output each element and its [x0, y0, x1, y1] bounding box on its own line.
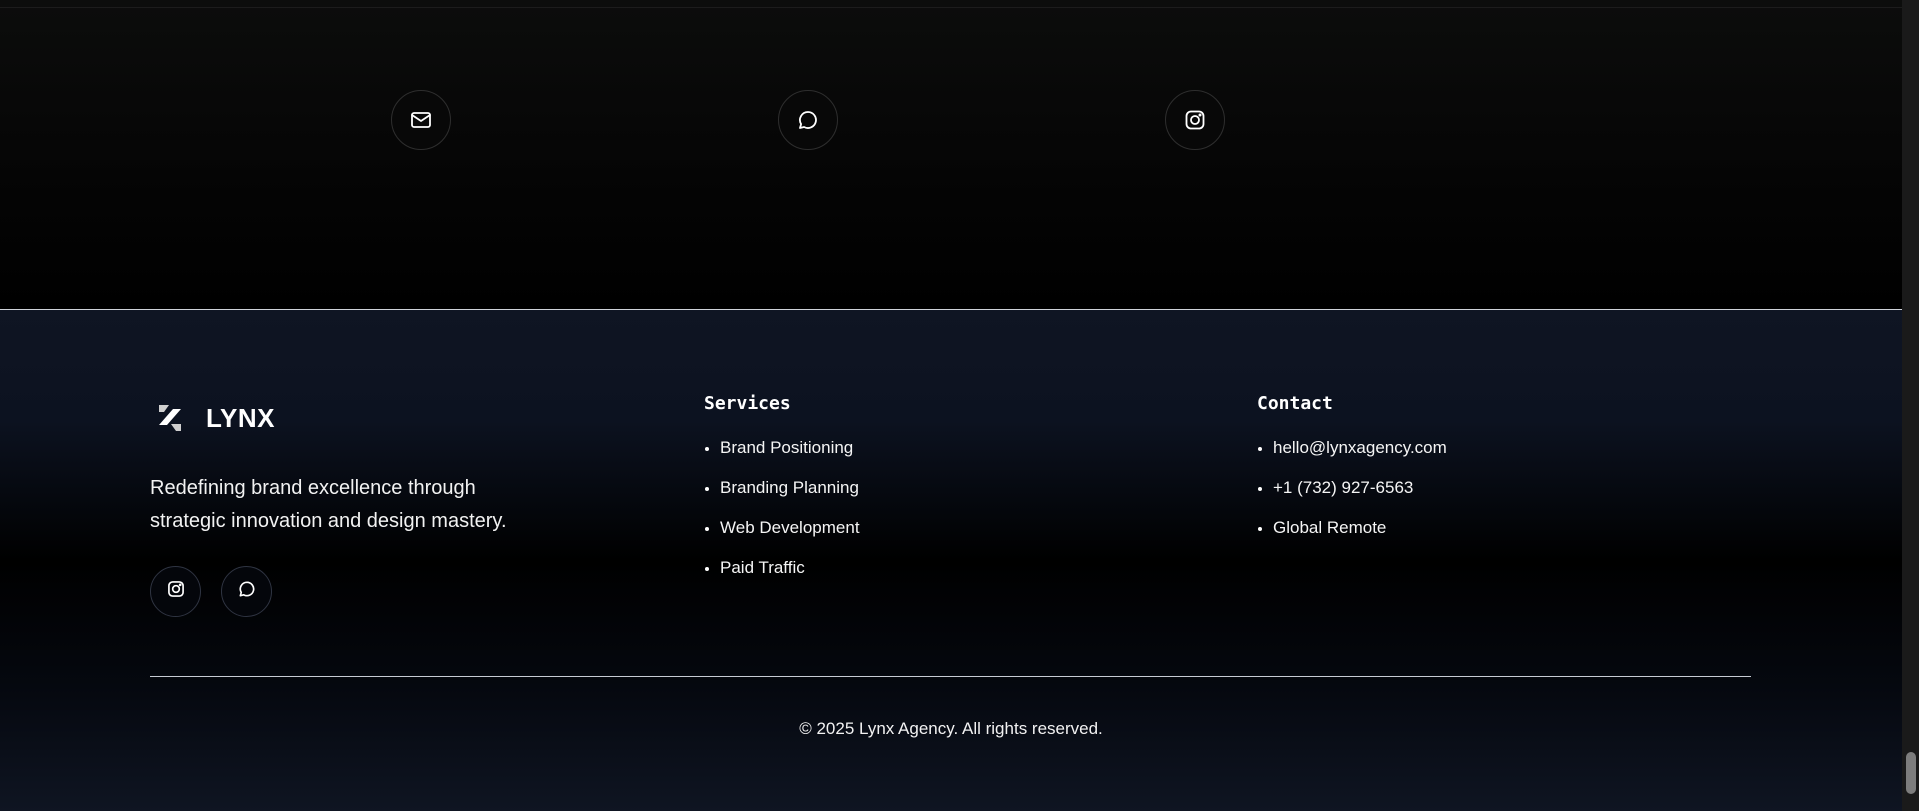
footer-social-links	[150, 566, 272, 617]
service-link-branding-planning[interactable]: Branding Planning	[720, 478, 859, 497]
services-column: Services Brand Positioning Branding Plan…	[704, 393, 860, 598]
service-link-web-development[interactable]: Web Development	[720, 518, 860, 537]
scrollbar-thumb[interactable]	[1906, 752, 1916, 794]
section-divider	[0, 7, 1902, 8]
mail-icon	[409, 108, 433, 132]
email-icon-button[interactable]	[391, 90, 451, 150]
footer-divider	[150, 676, 1751, 677]
list-item: +1 (732) 927-6563	[1257, 478, 1447, 498]
site-footer: LYNX Redefining brand excellence through…	[0, 309, 1902, 811]
service-link-paid-traffic[interactable]: Paid Traffic	[720, 558, 805, 577]
instagram-icon-button[interactable]	[1165, 90, 1225, 150]
list-item: hello@lynxagency.com	[1257, 438, 1447, 458]
page-content: LYNX Redefining brand excellence through…	[0, 0, 1902, 811]
vertical-scrollbar[interactable]	[1902, 0, 1919, 811]
footer-tagline: Redefining brand excellence through stra…	[150, 477, 507, 532]
contact-location: Global Remote	[1273, 518, 1387, 537]
page: LYNX Redefining brand excellence through…	[0, 0, 1919, 811]
lynx-logo-icon	[150, 398, 190, 438]
list-item: Paid Traffic	[704, 558, 860, 578]
services-list: Brand Positioning Branding Planning Web …	[704, 438, 860, 578]
chat-icon	[237, 579, 257, 604]
brand-name: LYNX	[206, 402, 275, 433]
service-link-brand-positioning[interactable]: Brand Positioning	[720, 438, 853, 457]
contact-section	[0, 0, 1902, 309]
contact-email-link[interactable]: hello@lynxagency.com	[1273, 438, 1447, 457]
chat-icon	[796, 108, 820, 132]
services-heading: Services	[704, 393, 791, 414]
copyright-text: © 2025 Lynx Agency. All rights reserved.	[799, 719, 1103, 738]
list-item: Branding Planning	[704, 478, 860, 498]
contact-phone-link[interactable]: +1 (732) 927-6563	[1273, 478, 1413, 497]
contact-heading: Contact	[1257, 393, 1333, 414]
list-item: Brand Positioning	[704, 438, 860, 458]
instagram-icon	[166, 579, 186, 604]
contact-column: Contact hello@lynxagency.com +1 (732) 92…	[1257, 393, 1447, 558]
chat-icon-button[interactable]	[778, 90, 838, 150]
list-item: Web Development	[704, 518, 860, 538]
footer-instagram-button[interactable]	[150, 566, 201, 617]
footer-chat-button[interactable]	[221, 566, 272, 617]
list-item: Global Remote	[1257, 518, 1447, 538]
footer-brand[interactable]: LYNX	[150, 398, 275, 438]
contact-list: hello@lynxagency.com +1 (732) 927-6563 G…	[1257, 438, 1447, 538]
instagram-icon	[1183, 108, 1207, 132]
